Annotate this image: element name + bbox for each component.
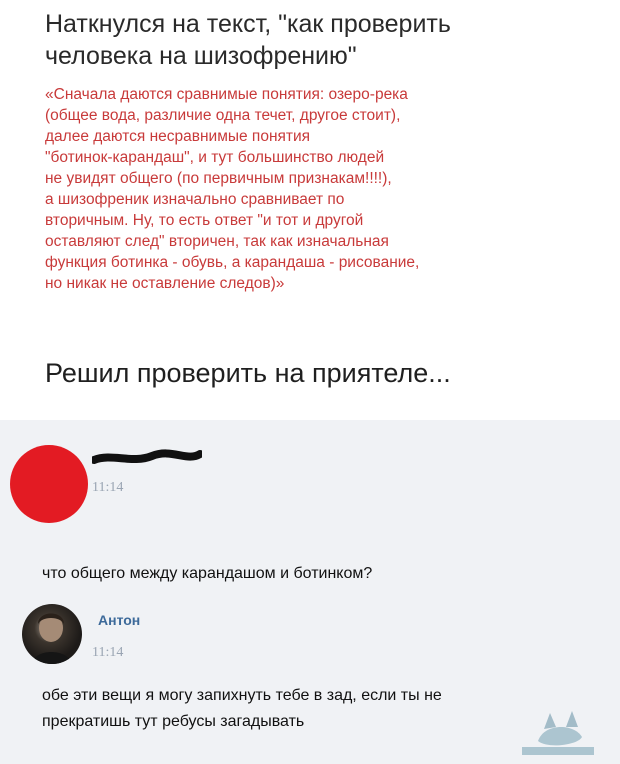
quote-line: далее даются несравнимые понятия [45,128,311,145]
headline-line: Наткнулся на текст, "как проверить [45,10,451,38]
message-line: прекратишь тут ребусы загадывать [42,713,305,730]
message-text: что общего между карандашом и ботинком? [42,565,373,582]
person-icon [32,613,72,664]
avatar[interactable] [22,604,82,664]
author-name[interactable]: Антон [98,612,140,628]
message-time: 11:14 [92,645,124,660]
message-text: обе эти вещи я могу запихнуть тебе в зад… [42,683,602,735]
quote-text: «Сначала даются сравнимые понятия: озеро… [45,84,585,294]
message-time: 11:14 [92,480,124,495]
quote-line: оставляют след" вторичен, так как изнача… [45,233,389,250]
quote-line: вторичным. Ну, то есть ответ "и тот и др… [45,212,364,229]
quote-line: не увидят общего (по первичным признакам… [45,170,392,187]
quote-line: (общее вода, различие одна течет, другое… [45,107,401,124]
avatar-red[interactable] [10,445,88,523]
cat-watermark-icon [522,711,594,755]
message-line: обе эти вещи я могу запихнуть тебе в зад… [42,687,442,704]
top-panel: Наткнулся на текст, "как проверить челов… [0,0,620,420]
decision-text: Решил проверить на приятеле... [45,358,451,388]
quote-line: но никак не оставление следов)» [45,275,285,292]
redacted-name-scribble [92,449,202,464]
headline-line: человека на шизофрению" [45,42,357,70]
quote-line: "ботинок-карандаш", и тут большинство лю… [45,149,385,166]
quote-line: «Сначала даются сравнимые понятия: озеро… [45,86,408,103]
headline: Наткнулся на текст, "как проверить челов… [45,8,605,72]
quote-line: функция ботинка - обувь, а карандаша - р… [45,254,420,271]
quote-line: а шизофреник изначально сравнивает по [45,191,345,208]
